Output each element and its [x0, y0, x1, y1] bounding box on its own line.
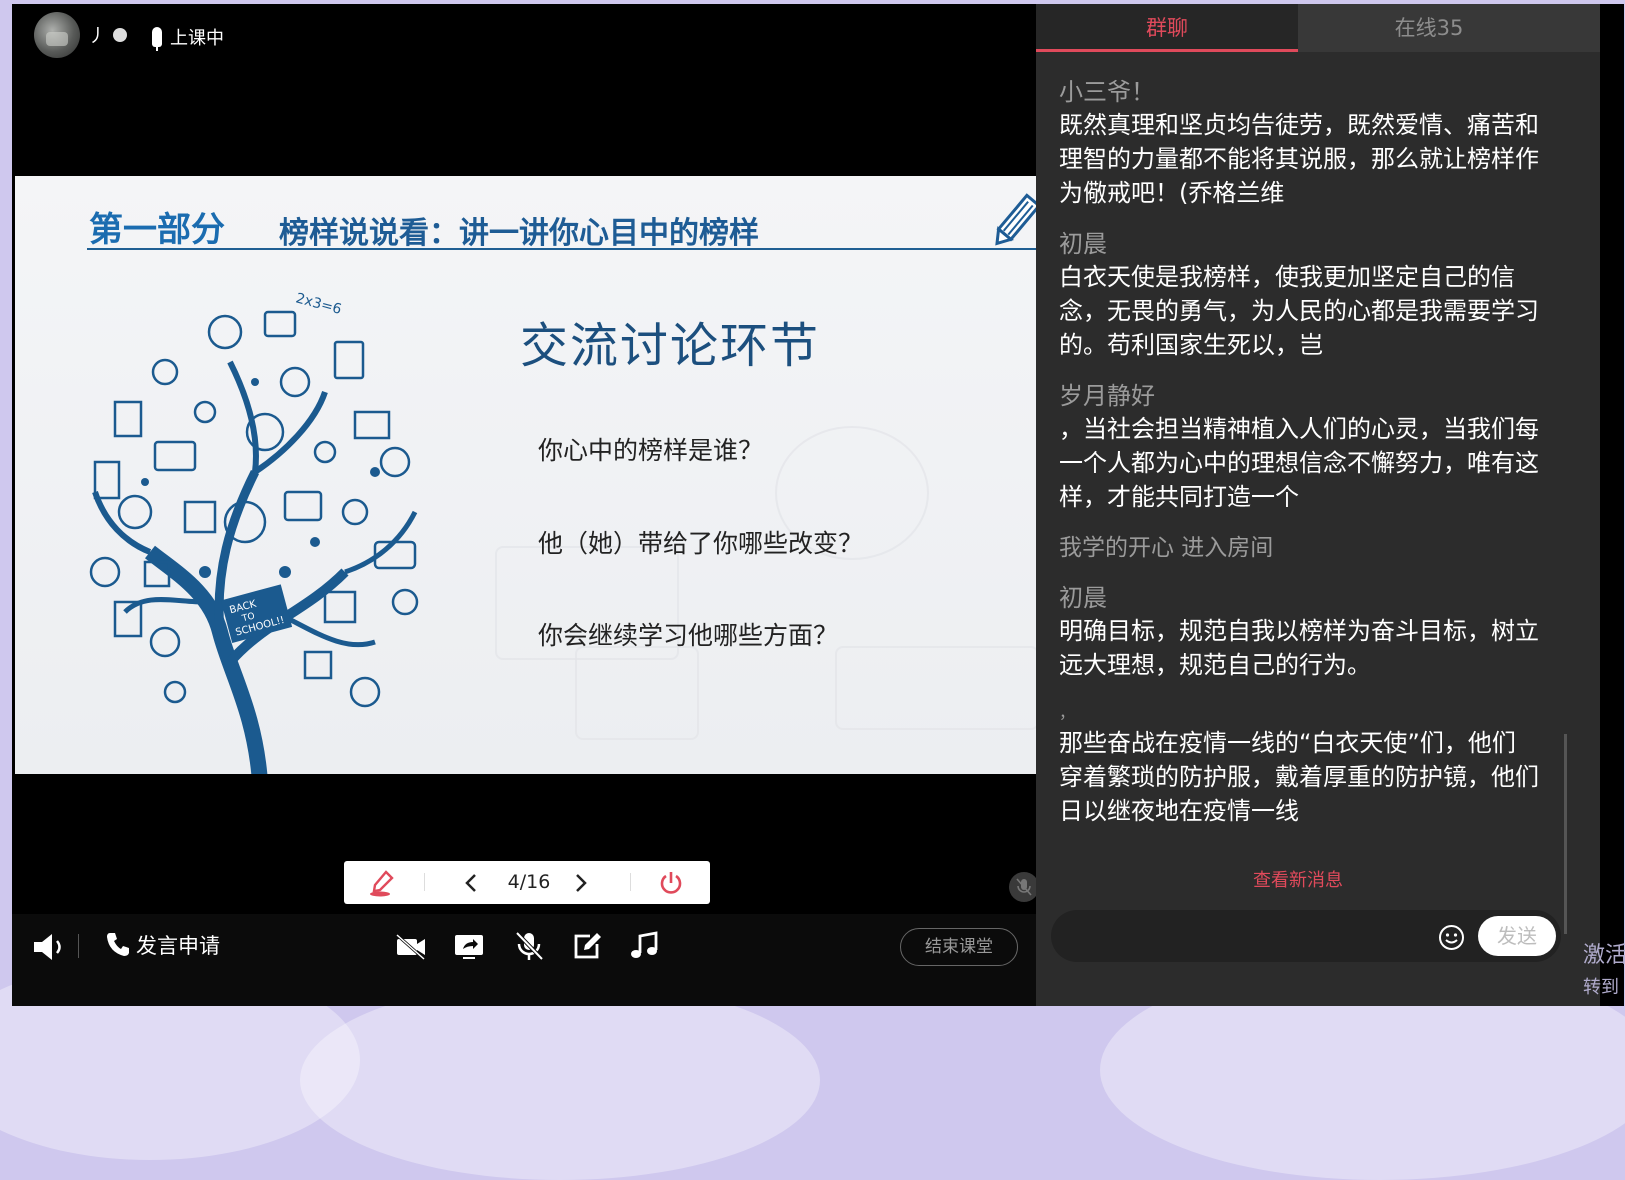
tab-group-chat[interactable]: 群聊 — [1036, 4, 1298, 52]
slide-control-bar: 4/16 — [344, 861, 710, 904]
view-new-messages-link[interactable]: 查看新消息 — [1036, 866, 1560, 892]
chat-message: 初晨 明确目标，规范自我以榜样为奋斗目标，树立远大理想，规范自己的行为。 — [1059, 582, 1539, 682]
muted-mic-button[interactable] — [1009, 872, 1039, 902]
screen-share-icon[interactable] — [452, 930, 486, 962]
chat-message: 小三爷！ 既然真理和坚贞均告徒劳，既然爱情、痛苦和理智的力量都不能将其说服，那么… — [1059, 76, 1539, 210]
next-page-button[interactable] — [566, 861, 596, 904]
edit-icon[interactable] — [570, 930, 604, 962]
mic-off-icon — [1016, 878, 1032, 896]
sender-name: 岁月静好 — [1059, 382, 1155, 410]
watermark-line-1: 激活 — [1583, 943, 1625, 968]
avatar[interactable] — [34, 12, 80, 58]
sender-name: ， — [1059, 703, 1076, 722]
message-text: 白衣天使是我榜样，使我更加坚定自己的信念，无畏的勇气，为人民的心都是我需要学习的… — [1059, 263, 1539, 359]
end-class-button[interactable]: 结束课堂 — [900, 928, 1018, 966]
message-input[interactable] — [1067, 918, 1427, 954]
chat-tabs: 群聊 在线35 — [1036, 4, 1600, 52]
slide-question-2: 他（她）带给了你哪些改变？ — [538, 529, 864, 558]
speak-request-button[interactable]: 发言申请 — [136, 930, 220, 960]
class-status-label: 上课中 — [170, 28, 224, 49]
sender-name: 小三爷！ — [1059, 78, 1155, 106]
speaker-icon[interactable] — [32, 932, 68, 962]
background-sketch — [575, 646, 699, 740]
slide-header: 第一部分 榜样说说看：讲一讲你心目中的榜样 — [87, 196, 1049, 251]
message-text: ，当社会担当精神植入人们的心灵，当我们每一个人都为心中的理想信念不懈努力，唯有这… — [1059, 415, 1539, 511]
user-badge-icon — [113, 28, 127, 42]
system-message: 我学的开心 进入房间 — [1059, 535, 1274, 561]
stage-topbar: 丿 上课中 — [12, 4, 1075, 64]
classroom-window: 丿 上课中 第一部分 榜样说说看：讲一讲你心目中的榜样 BACK TO SCHO… — [12, 4, 1624, 1006]
mic-off-icon[interactable] — [512, 930, 546, 962]
chat-message: ， 那些奋战在疫情一线的“白衣天使”们，他们穿着繁琐的防护服，戴着厚重的防护镜，… — [1059, 700, 1539, 828]
slide-subtitle: 榜样说说看：讲一讲你心目中的榜样 — [279, 216, 759, 251]
chevron-left-icon — [465, 873, 476, 892]
message-text: 既然真理和坚贞均告徒劳，既然爱情、痛苦和理智的力量都不能将其说服，那么就让榜样作… — [1059, 111, 1539, 207]
chat-panel: 群聊 在线35 小三爷！ 既然真理和坚贞均告徒劳，既然爱情、痛苦和理智的力量都不… — [1036, 4, 1600, 1006]
slide-part-label: 第一部分 — [89, 210, 225, 250]
microphone-icon — [152, 27, 162, 51]
background-sketch — [835, 646, 1039, 730]
send-button[interactable]: 发送 — [1478, 916, 1556, 956]
video-stage: 丿 上课中 第一部分 榜样说说看：讲一讲你心目中的榜样 BACK TO SCHO… — [12, 4, 1075, 1006]
message-text: 明确目标，规范自我以榜样为奋斗目标，树立远大理想，规范自己的行为。 — [1059, 617, 1539, 679]
background-cloud — [300, 980, 820, 1180]
tab-online-users[interactable]: 在线35 — [1298, 4, 1560, 52]
stop-presentation-button[interactable] — [654, 861, 688, 904]
pen-icon — [370, 869, 394, 896]
camera-off-icon[interactable] — [394, 930, 428, 962]
chat-scrollbar[interactable] — [1564, 734, 1567, 934]
slide-main-title: 交流讨论环节 — [520, 318, 821, 374]
music-icon[interactable] — [628, 930, 662, 962]
bottom-toolbar: 发言申请 结束课堂 — [12, 914, 1075, 1006]
chat-message: 初晨 白衣天使是我榜样，使我更加坚定自己的信念，无畏的勇气，为人民的心都是我需要… — [1059, 228, 1539, 362]
emoji-icon[interactable] — [1438, 924, 1465, 951]
phone-icon[interactable] — [104, 930, 132, 958]
activation-watermark: 激活 转到 — [1583, 940, 1625, 1004]
watermark-line-2: 转到 — [1583, 977, 1619, 998]
sender-name: 初晨 — [1059, 584, 1107, 612]
slide-question-3: 你会继续学习他哪些方面？ — [538, 621, 839, 650]
class-status: 上课中 — [152, 24, 224, 51]
page-indicator: 4/16 — [507, 871, 551, 893]
chat-message: 岁月静好 ，当社会担当精神植入人们的心灵，当我们每一个人都为心中的理想信念不懈努… — [1059, 380, 1539, 514]
separator — [630, 873, 631, 891]
tree-illustration: BACK TO SCHOOL!! 2x3=6 — [89, 290, 419, 774]
message-text: 那些奋战在疫情一线的“白衣天使”们，他们穿着繁琐的防护服，戴着厚重的防护镜，他们… — [1059, 729, 1539, 825]
annotate-pen-button[interactable] — [364, 861, 400, 904]
presentation-slide: 第一部分 榜样说说看：讲一讲你心目中的榜样 BACK TO SCHOOL!! 2… — [15, 176, 1075, 774]
sender-name: 初晨 — [1059, 230, 1107, 258]
separator — [424, 873, 425, 891]
tree-text-math: 2x3=6 — [294, 290, 343, 318]
slide-question-1: 你心中的榜样是谁？ — [538, 436, 764, 465]
separator — [78, 934, 79, 958]
previous-page-button[interactable] — [456, 861, 486, 904]
power-icon — [660, 871, 682, 894]
message-list: 小三爷！ 既然真理和坚贞均告徒劳，既然爱情、痛苦和理智的力量都不能将其说服，那么… — [1059, 76, 1539, 846]
username: 丿 — [88, 26, 106, 47]
chat-input-area: 发送 — [1051, 910, 1561, 962]
chevron-right-icon — [576, 873, 587, 892]
